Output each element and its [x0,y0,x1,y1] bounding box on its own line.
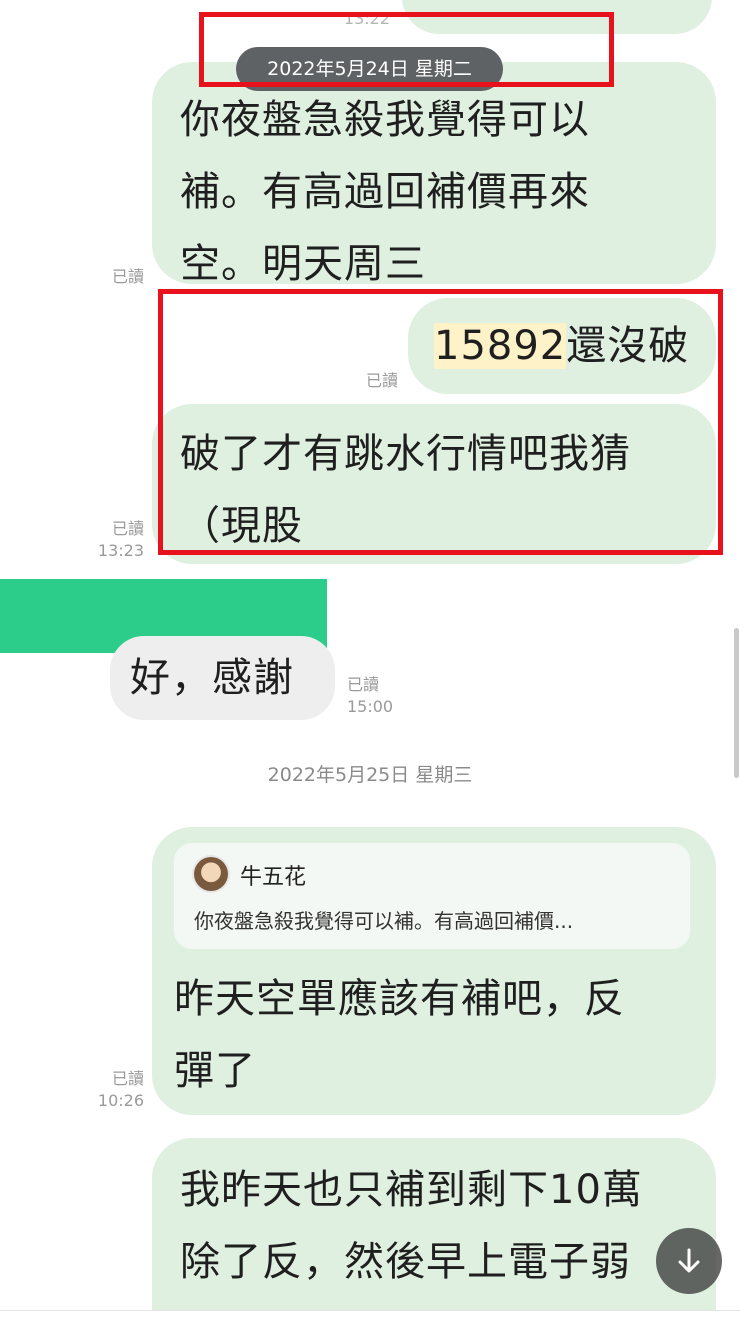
message-text-1: 你夜盤急殺我覺得可以 補。有高過回補價再來 空。明天周三 [180,97,590,287]
message-text-5: 昨天空單應該有補吧，反 彈了 [174,976,625,1094]
message-text-6: 我昨天也只補到剩下10萬 除了反，然後早上電子弱 補掉，現在空單只問怎樣 [180,1167,643,1285]
message-bubble-5[interactable]: 牛五花 你夜盤急殺我覺得可以補。有高過回補價... 昨天空單應該有補吧，反 彈了 [152,827,716,1115]
partial-message-bubble [402,0,712,34]
message-bubble-4[interactable]: 好，感謝 [110,636,335,720]
message-time-4: 15:00 [347,697,394,716]
message-bubble-1[interactable]: 你夜盤急殺我覺得可以 補。有高過回補價再來 空。明天周三 [152,62,716,287]
read-label-5: 已讀 [111,1069,144,1088]
message-time-5: 10:26 [97,1091,144,1110]
read-label-4: 已讀 [347,675,380,694]
read-label-3: 已讀 [111,519,144,538]
read-label-2: 已讀 [365,371,398,390]
date-separator: 2022年5月25日 星期三 [267,764,473,786]
reply-snippet: 你夜盤急殺我覺得可以補。有高過回補價... [194,909,574,933]
message-text-4: 好，感謝 [130,655,294,701]
message-text-2-rest: 還沒破 [566,323,690,369]
bottom-bar [0,1310,740,1339]
scroll-down-button[interactable] [656,1228,722,1294]
reply-quote[interactable]: 牛五花 你夜盤急殺我覺得可以補。有高過回補價... [174,843,690,949]
message-text-2: 15892還沒破 [434,310,716,382]
message-bubble-3[interactable]: 破了才有跳水行情吧我猜 （現股 [152,404,716,564]
date-separator-pill: 2022年5月24日 星期二 [236,47,503,91]
reply-sender-name: 牛五花 [240,865,307,890]
partial-message-time: 13:22 [343,9,390,28]
highlighted-number: 15892 [434,323,567,369]
message-text-3: 破了才有跳水行情吧我猜 （現股 [180,431,631,549]
message-time-3: 13:23 [97,541,144,560]
avatar [194,857,228,891]
message-bubble-6[interactable]: 我昨天也只補到剩下10萬 除了反，然後早上電子弱 補掉，現在空單只問怎樣 [152,1138,716,1310]
arrow-down-icon [678,1248,700,1273]
message-bubble-2[interactable]: 15892還沒破 [408,298,716,394]
read-label-1: 已讀 [111,267,144,286]
scrollbar-thumb[interactable] [734,628,739,778]
